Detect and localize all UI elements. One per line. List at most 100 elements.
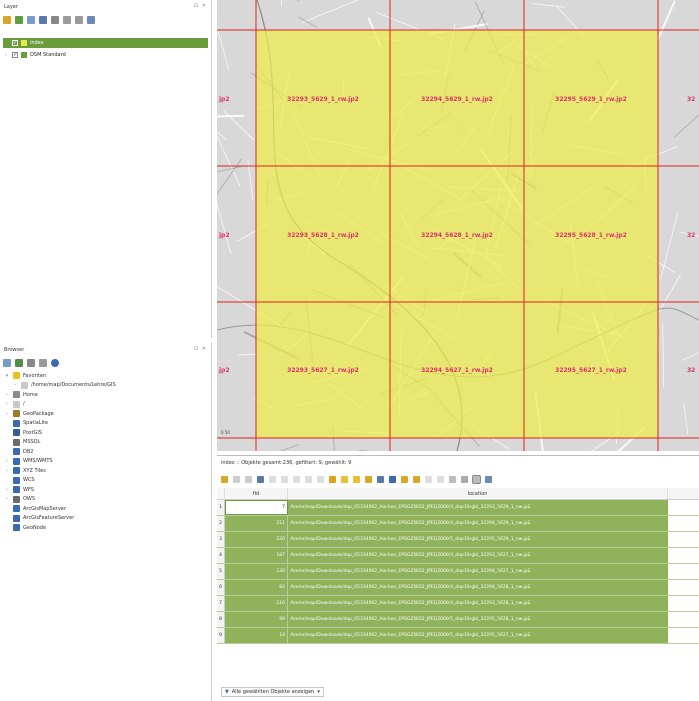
cell-fid[interactable]: 14 <box>225 628 288 643</box>
cell-location[interactable]: /home/map/Downloads/dop_05334002_Aachen_… <box>288 564 668 579</box>
map-svg[interactable]: 32293_5629_1_rw.jp2 32294_5629_1_rw.jp2 32… <box>217 0 699 451</box>
table-row[interactable]: 8 99/home/map/Downloads/dop_05334002_Aach… <box>217 612 699 628</box>
table-row[interactable]: 4 187/home/map/Downloads/dop_05334002_Aac… <box>217 548 699 564</box>
browser-panel-controls[interactable]: ⊡ ✕ <box>194 346 207 352</box>
expand-icon[interactable]: › <box>3 52 9 58</box>
expand-icon[interactable]: › <box>4 487 10 493</box>
collapse-all-icon[interactable] <box>39 359 47 367</box>
cell-fid[interactable]: 116 <box>225 596 288 611</box>
browser-item[interactable]: GeoNode <box>4 523 46 532</box>
browser-item[interactable]: DB2 <box>4 447 33 456</box>
expand-icon[interactable]: › <box>4 411 10 417</box>
browser-item[interactable]: › WMS/WMTS <box>4 457 53 466</box>
column-header-location[interactable]: location <box>288 488 668 499</box>
pan-to-selection-icon[interactable] <box>401 476 408 483</box>
field-calculator-icon[interactable] <box>449 476 456 483</box>
browser-item[interactable]: ▾ Favoriten <box>4 371 46 380</box>
browser-item[interactable]: ArcGisMapServer <box>4 504 66 513</box>
actions-icon[interactable] <box>485 476 492 483</box>
grid-corner[interactable] <box>217 488 225 499</box>
cell-location[interactable]: /home/map/Downloads/dop_05334002_Aachen_… <box>288 628 668 643</box>
new-field-icon[interactable] <box>425 476 432 483</box>
cell-fid[interactable]: 130 <box>225 564 288 579</box>
cell-location[interactable]: /home/map/Downloads/dop_05334002_Aachen_… <box>288 612 668 627</box>
table-row[interactable]: 3 220/home/map/Downloads/dop_05334002_Aac… <box>217 532 699 548</box>
reload-icon[interactable] <box>257 476 264 483</box>
expand-all-icon[interactable] <box>63 16 71 24</box>
browser-item[interactable]: › XYZ Tiles <box>4 466 46 475</box>
table-row[interactable]: 2 211/home/map/Downloads/dop_05334002_Aac… <box>217 516 699 532</box>
expand-icon[interactable]: › <box>4 401 10 407</box>
table-row[interactable]: 5 130/home/map/Downloads/dop_05334002_Aac… <box>217 564 699 580</box>
cell-fid[interactable]: 220 <box>225 532 288 547</box>
cell-location[interactable]: /home/map/Downloads/dop_05334002_Aachen_… <box>288 500 668 515</box>
row-number[interactable]: 1 <box>217 500 225 515</box>
copy-icon[interactable] <box>305 476 312 483</box>
show-selected-features-button[interactable]: ▼ Alle gewählten Objekte anzeigen ▾ <box>221 687 324 697</box>
browser-item[interactable]: PostGIS <box>4 428 42 437</box>
expand-icon[interactable]: › <box>12 382 18 388</box>
select-all-icon[interactable] <box>341 476 348 483</box>
browser-item[interactable]: MSSQL <box>4 438 40 447</box>
cell-fid[interactable]: 82 <box>225 580 288 595</box>
toggle-edit-icon[interactable] <box>221 476 228 483</box>
row-number[interactable]: 7 <box>217 596 225 611</box>
zoom-to-selection-icon[interactable] <box>413 476 420 483</box>
deselect-all-icon[interactable] <box>365 476 372 483</box>
browser-item[interactable]: › Home <box>4 390 38 399</box>
invert-selection-icon[interactable] <box>353 476 360 483</box>
delete-feature-icon[interactable] <box>281 476 288 483</box>
browser-item[interactable]: WCS <box>4 476 35 485</box>
manage-visibility-icon[interactable] <box>27 16 35 24</box>
save-edits-icon[interactable] <box>245 476 252 483</box>
expand-icon[interactable]: › <box>4 458 10 464</box>
filter-legend-icon[interactable] <box>39 16 47 24</box>
layer-visibility-checkbox[interactable] <box>12 39 18 46</box>
column-header-fid[interactable]: fid <box>225 488 288 499</box>
row-number[interactable]: 4 <box>217 548 225 563</box>
conditional-formatting-icon[interactable] <box>461 476 468 483</box>
cell-location[interactable]: /home/map/Downloads/dop_05334002_Aachen_… <box>288 548 668 563</box>
add-group-icon[interactable] <box>15 16 23 24</box>
select-by-expression-icon[interactable] <box>329 476 336 483</box>
filter-expression-icon[interactable] <box>51 16 59 24</box>
filter-select-icon[interactable] <box>377 476 384 483</box>
cell-location[interactable]: /home/map/Downloads/dop_05334002_Aachen_… <box>288 532 668 547</box>
browser-item[interactable]: › / <box>4 400 25 409</box>
row-number[interactable]: 9 <box>217 628 225 643</box>
browser-item[interactable]: › OWS <box>4 495 35 504</box>
layers-panel-controls[interactable]: ⊡ ✕ <box>194 3 207 9</box>
row-number[interactable]: 3 <box>217 532 225 547</box>
add-selected-layers-icon[interactable] <box>3 359 11 367</box>
browser-item[interactable]: › /home/map/Documents/Lehre/GIS <box>12 381 116 390</box>
browser-item[interactable]: ArcGisFeatureServer <box>4 514 74 523</box>
expand-icon[interactable]: › <box>4 468 10 474</box>
cut-icon[interactable] <box>293 476 300 483</box>
refresh-icon[interactable] <box>15 359 23 367</box>
add-feature-icon[interactable] <box>269 476 276 483</box>
row-number[interactable]: 5 <box>217 564 225 579</box>
expand-icon[interactable]: › <box>4 392 10 398</box>
cell-fid[interactable]: 7 <box>225 500 288 515</box>
layer-visibility-checkbox[interactable] <box>12 51 18 58</box>
row-number[interactable]: 8 <box>217 612 225 627</box>
cell-fid[interactable]: 187 <box>225 548 288 563</box>
expand-icon[interactable]: › <box>4 496 10 502</box>
multi-edit-icon[interactable] <box>233 476 240 483</box>
map-canvas[interactable]: 32293_5629_1_rw.jp2 32294_5629_1_rw.jp2 32… <box>217 0 699 451</box>
browser-item[interactable]: › WFS <box>4 485 34 494</box>
cell-location[interactable]: /home/map/Downloads/dop_05334002_Aachen_… <box>288 516 668 531</box>
browser-item[interactable]: SpatiaLite <box>4 419 48 428</box>
filter-browser-icon[interactable] <box>27 359 35 367</box>
paste-icon[interactable] <box>317 476 324 483</box>
table-row[interactable]: 7 116/home/map/Downloads/dop_05334002_Aac… <box>217 596 699 612</box>
cell-fid[interactable]: 211 <box>225 516 288 531</box>
collapse-all-icon[interactable] <box>75 16 83 24</box>
table-row[interactable]: 1 7/home/map/Downloads/dop_05334002_Aache… <box>217 500 699 516</box>
row-number[interactable]: 6 <box>217 580 225 595</box>
layer-item[interactable]: index <box>3 38 208 48</box>
open-styling-icon[interactable] <box>3 16 11 24</box>
delete-field-icon[interactable] <box>437 476 444 483</box>
dock-table-icon[interactable] <box>472 475 481 484</box>
cell-fid[interactable]: 99 <box>225 612 288 627</box>
